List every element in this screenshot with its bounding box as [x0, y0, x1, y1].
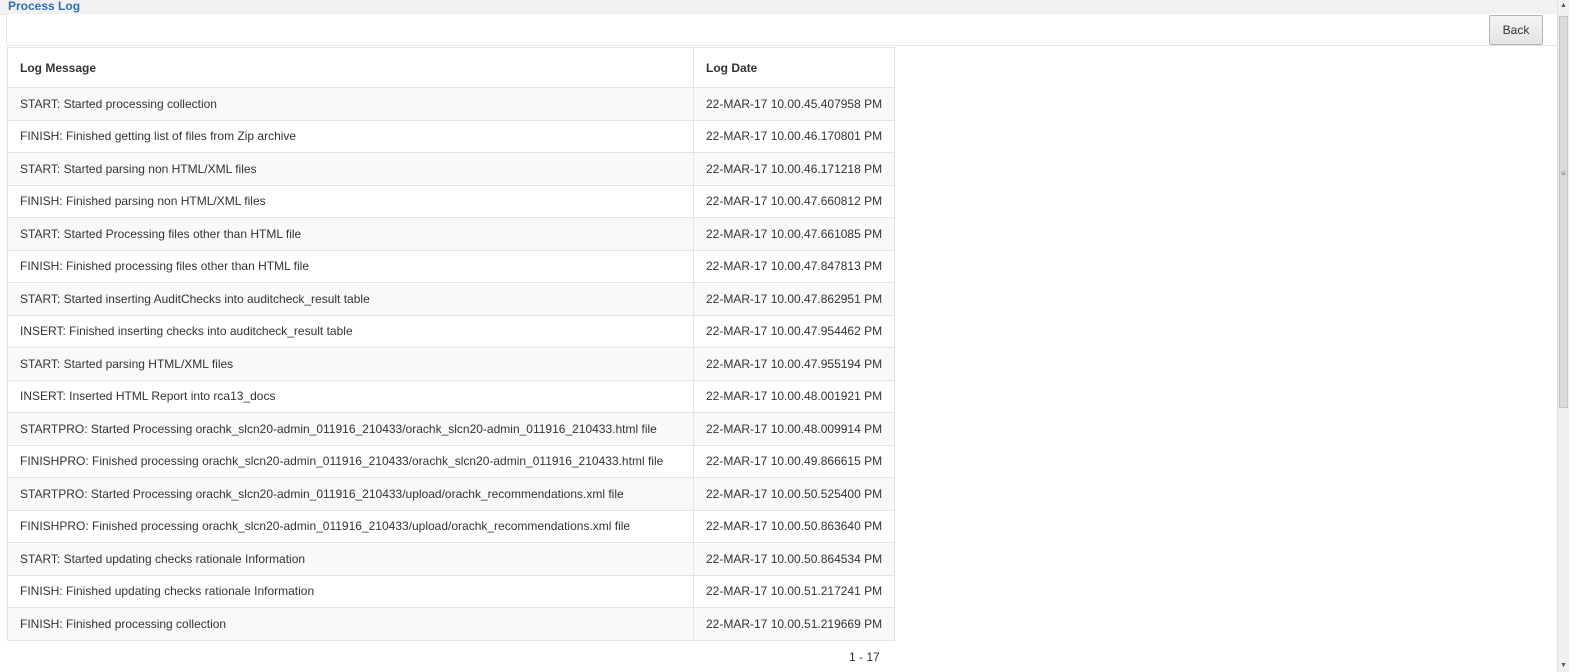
log-message-cell: FINISHPRO: Finished processing orachk_sl… [7, 509, 694, 543]
table-body: START: Started processing collection 22-M… [7, 87, 896, 641]
column-header-log-date[interactable]: Log Date [692, 47, 896, 88]
log-message-cell: FINISH: Finished parsing non HTML/XML fi… [7, 184, 694, 218]
log-date-cell: 22-MAR-17 10.00.47.847813 PM [692, 249, 896, 283]
table-row: FINISH: Finished getting list of files f… [7, 119, 896, 153]
table-row: FINISHPRO: Finished processing orachk_sl… [7, 509, 896, 543]
log-date-cell: 22-MAR-17 10.00.47.954462 PM [692, 314, 896, 348]
log-message-cell: FINISH: Finished getting list of files f… [7, 119, 694, 153]
table-row: INSERT: Inserted HTML Report into rca13_… [7, 379, 896, 413]
log-date-cell: 22-MAR-17 10.00.47.660812 PM [692, 184, 896, 218]
table-row: START: Started inserting AuditChecks int… [7, 282, 896, 316]
log-date-cell: 22-MAR-17 10.00.50.863640 PM [692, 509, 896, 543]
log-message-cell: FINISH: Finished processing files other … [7, 249, 694, 283]
log-date-cell: 22-MAR-17 10.00.45.407958 PM [692, 87, 896, 121]
log-message-cell: FINISHPRO: Finished processing orachk_sl… [7, 444, 694, 478]
table-row: FINISH: Finished processing files other … [7, 249, 896, 283]
column-header-log-message[interactable]: Log Message [7, 47, 694, 88]
log-date-cell: 22-MAR-17 10.00.48.001921 PM [692, 379, 896, 413]
table-header-row: Log Message Log Date [7, 47, 896, 88]
log-message-cell: INSERT: Inserted HTML Report into rca13_… [7, 379, 694, 413]
process-log-table: Log Message Log Date START: Started proc… [7, 47, 896, 641]
log-date-cell: 22-MAR-17 10.00.47.955194 PM [692, 347, 896, 381]
log-date-cell: 22-MAR-17 10.00.47.661085 PM [692, 217, 896, 251]
region-title-bar: Process Log [0, 0, 1562, 15]
log-message-cell: FINISH: Finished processing collection [7, 607, 694, 641]
log-message-cell: START: Started inserting AuditChecks int… [7, 282, 694, 316]
table-row: START: Started Processing files other th… [7, 217, 896, 251]
scroll-grip-icon: ≡ [1561, 169, 1566, 178]
log-message-cell: START: Started Processing files other th… [7, 217, 694, 251]
log-date-cell: 22-MAR-17 10.00.50.525400 PM [692, 477, 896, 511]
scroll-up-arrow-icon[interactable]: ▲ [1558, 0, 1569, 12]
scroll-thumb[interactable]: ≡ [1559, 16, 1568, 408]
table-row: START: Started updating checks rationale… [7, 542, 896, 576]
log-date-cell: 22-MAR-17 10.00.46.170801 PM [692, 119, 896, 153]
log-message-cell: START: Started parsing HTML/XML files [7, 347, 694, 381]
log-message-cell: STARTPRO: Started Processing orachk_slcn… [7, 412, 694, 446]
table-row: START: Started parsing non HTML/XML file… [7, 152, 896, 186]
log-date-cell: 22-MAR-17 10.00.49.866615 PM [692, 444, 896, 478]
table-row: STARTPRO: Started Processing orachk_slcn… [7, 412, 896, 446]
log-date-cell: 22-MAR-17 10.00.47.862951 PM [692, 282, 896, 316]
log-date-cell: 22-MAR-17 10.00.48.009914 PM [692, 412, 896, 446]
log-message-cell: INSERT: Finished inserting checks into a… [7, 314, 694, 348]
table-row: STARTPRO: Started Processing orachk_slcn… [7, 477, 896, 511]
log-date-cell: 22-MAR-17 10.00.51.217241 PM [692, 574, 896, 608]
table-row: START: Started parsing HTML/XML files 22-… [7, 347, 896, 381]
vertical-scrollbar[interactable]: ▲ ≡ ▼ [1557, 0, 1569, 672]
log-message-cell: START: Started updating checks rationale… [7, 542, 694, 576]
log-message-cell: START: Started processing collection [7, 87, 694, 121]
back-button[interactable]: Back [1489, 15, 1543, 45]
scroll-down-arrow-icon[interactable]: ▼ [1558, 660, 1569, 672]
log-date-cell: 22-MAR-17 10.00.46.171218 PM [692, 152, 896, 186]
table-row: INSERT: Finished inserting checks into a… [7, 314, 896, 348]
table-row: FINISH: Finished processing collection 22… [7, 607, 896, 641]
pagination-range: 1 - 17 [849, 650, 880, 664]
log-date-cell: 22-MAR-17 10.00.50.864534 PM [692, 542, 896, 576]
table-row: START: Started processing collection 22-M… [7, 87, 896, 121]
page-title: Process Log [8, 0, 81, 13]
log-date-cell: 22-MAR-17 10.00.51.219669 PM [692, 607, 896, 641]
log-message-cell: STARTPRO: Started Processing orachk_slcn… [7, 477, 694, 511]
log-message-cell: FINISH: Finished updating checks rationa… [7, 574, 694, 608]
table-row: FINISH: Finished parsing non HTML/XML fi… [7, 184, 896, 218]
button-bar [6, 14, 1562, 46]
table-row: FINISH: Finished updating checks rationa… [7, 574, 896, 608]
table-row: FINISHPRO: Finished processing orachk_sl… [7, 444, 896, 478]
log-message-cell: START: Started parsing non HTML/XML file… [7, 152, 694, 186]
